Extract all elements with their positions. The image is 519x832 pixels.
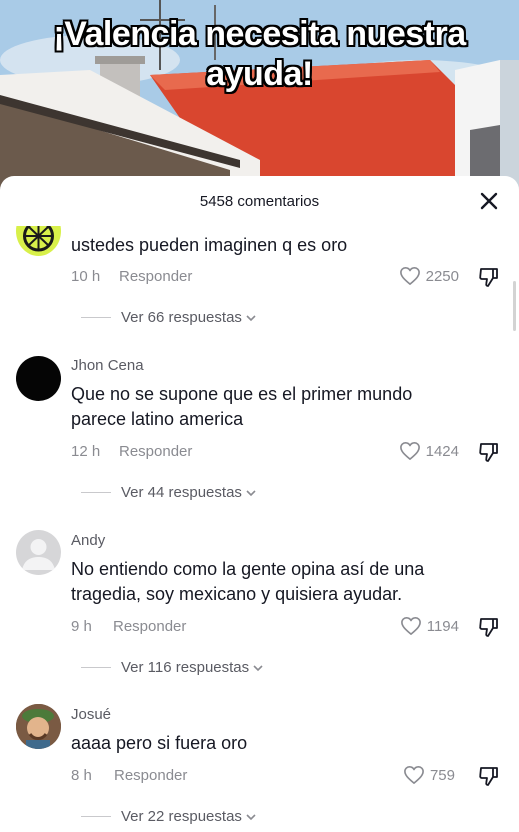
comment-meta: 9 h Responder <box>71 618 186 635</box>
chevron-down-icon <box>246 314 256 321</box>
avatar[interactable] <box>16 356 61 401</box>
view-replies-button[interactable]: Ver 66 respuestas <box>81 309 257 326</box>
like-count: 759 <box>429 766 455 784</box>
heart-icon <box>399 442 420 460</box>
comment-time: 10 h <box>71 268 101 285</box>
replies-label: Ver 116 respuestas <box>121 659 250 676</box>
chevron-down-icon <box>253 664 263 671</box>
comment-username[interactable]: Andy <box>71 532 105 549</box>
replies-label: Ver 22 respuestas <box>121 808 242 825</box>
dislike-icon[interactable] <box>477 440 501 464</box>
replies-label: Ver 44 respuestas <box>121 484 242 501</box>
comment-username[interactable]: Josué <box>71 706 111 723</box>
heart-icon <box>400 617 421 635</box>
reply-button[interactable]: Responder <box>119 443 192 460</box>
headline-line-1: ¡Valencia necesita nuestra <box>53 15 466 53</box>
character-avatar-icon <box>16 704 61 749</box>
view-replies-button[interactable]: Ver 44 respuestas <box>81 484 257 501</box>
replies-label: Ver 66 respuestas <box>121 309 242 326</box>
reply-button[interactable]: Responder <box>113 618 186 635</box>
view-replies-button[interactable]: Ver 22 respuestas <box>81 808 257 825</box>
chevron-down-icon <box>246 489 256 496</box>
replies-divider <box>81 492 111 493</box>
video-background: ¡Valencia necesita nuestra ayuda! <box>0 0 519 190</box>
comment-username[interactable]: Jhon Cena <box>71 357 144 374</box>
dislike-icon[interactable] <box>477 615 501 639</box>
comment-time: 12 h <box>71 443 101 460</box>
comment-meta: 12 h Responder <box>71 443 192 460</box>
view-replies-button[interactable]: Ver 116 respuestas <box>81 659 264 676</box>
replies-divider <box>81 667 111 668</box>
reply-button[interactable]: Responder <box>119 268 192 285</box>
headline-line-2: ayuda! <box>206 55 313 93</box>
comments-list: ustedes pueden imaginen q es oro 10 h Re… <box>0 176 519 832</box>
avatar[interactable] <box>16 226 61 256</box>
comment-time: 8 h <box>71 767 92 784</box>
dislike-icon[interactable] <box>477 764 501 788</box>
comment-text: Que no se supone que es el primer mundo … <box>71 384 413 429</box>
like-count: 1424 <box>425 442 459 460</box>
reply-button[interactable]: Responder <box>114 767 187 784</box>
like-button[interactable]: 759 <box>403 765 455 785</box>
comment-time: 9 h <box>71 618 92 635</box>
comment-text: ustedes pueden imaginen q es oro <box>71 235 348 255</box>
like-count: 1194 <box>426 617 459 635</box>
avatar[interactable] <box>16 704 61 749</box>
comment-meta: 10 h Responder <box>71 268 192 285</box>
like-button[interactable]: 1194 <box>400 616 459 636</box>
avatar[interactable] <box>16 530 61 575</box>
replies-divider <box>81 816 111 817</box>
like-button[interactable]: 1424 <box>399 441 459 461</box>
comments-sheet: 5458 comentarios ustedes pueden imaginen… <box>0 176 519 832</box>
dislike-icon[interactable] <box>477 265 501 289</box>
like-button[interactable]: 2250 <box>399 266 459 286</box>
comment-text: No entiendo como la gente opina así de u… <box>71 559 425 604</box>
heart-icon <box>404 766 424 784</box>
heart-icon <box>399 267 420 285</box>
chevron-down-icon <box>246 813 256 820</box>
video-headline: ¡Valencia necesita nuestra ayuda! <box>0 14 519 94</box>
comment-text: aaaa pero si fuera oro <box>71 733 248 753</box>
default-avatar-icon <box>22 539 55 570</box>
replies-divider <box>81 317 111 318</box>
comment-meta: 8 h Responder <box>71 767 187 784</box>
like-count: 2250 <box>425 267 459 285</box>
